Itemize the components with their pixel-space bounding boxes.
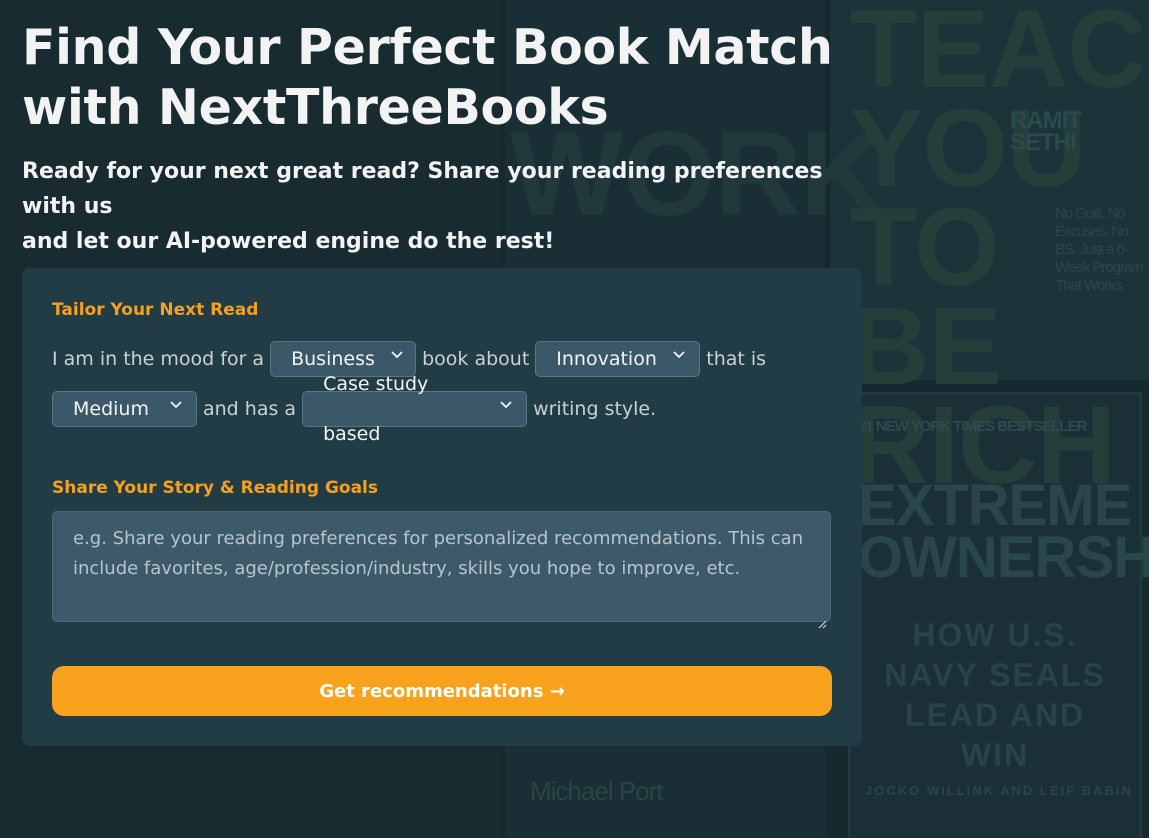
background-cover-extreme-subtitle: HOW U.S. NAVY SEALS LEAD AND WIN [884, 617, 1106, 773]
page-title: Find Your Perfect Book Match with NextTh… [22, 18, 902, 138]
background-cover-rich-tagline: No Guilt. No Excuses. No BS. Just a 6-We… [1055, 205, 1144, 294]
chevron-down-icon [500, 401, 512, 411]
chevron-down-icon [170, 401, 182, 411]
background-cover-work-author: Michael Port [530, 776, 663, 806]
background-cover-rich-author: RAMIT SETHI [1010, 107, 1082, 156]
background-cover-bestseller-banner: #1 NEW YORK TIMES BESTSELLER [858, 418, 1087, 435]
sentence-text-that-is: that is [706, 348, 767, 370]
recommendation-form: Tailor Your Next Read I am in the mood f… [22, 268, 862, 746]
topic-select[interactable]: Innovation [535, 341, 701, 377]
chevron-down-icon [391, 351, 403, 361]
story-textarea[interactable]: e.g. Share your reading preferences for … [52, 511, 831, 629]
page-subtitle-line2: and let our AI-powered engine do the res… [22, 229, 555, 254]
preference-row-2: Medium and has a Case study based writin… [52, 373, 832, 445]
page-title-line1: Find Your Perfect Book Match [22, 19, 833, 76]
hero: Find Your Perfect Book Match with NextTh… [22, 18, 902, 259]
tailor-label: Tailor Your Next Read [52, 300, 259, 320]
chevron-down-icon [673, 351, 685, 361]
story-placeholder: e.g. Share your reading preferences for … [73, 528, 804, 579]
length-select-value: Medium [73, 398, 149, 420]
topic-select-value: Innovation [556, 348, 657, 370]
page-subtitle-line1: Ready for your next great read? Share yo… [22, 159, 823, 219]
sentence-text-writing-style: writing style. [533, 398, 657, 420]
style-select-value: Case study based [323, 373, 429, 445]
sentence-text-mood: I am in the mood for a [52, 348, 265, 370]
style-select[interactable]: Case study based [302, 373, 528, 445]
background-cover-extreme-authors: JOCKO WILLINK AND LEIF BABIN [865, 783, 1133, 798]
page-title-line2: with NextThreeBooks [22, 79, 609, 136]
preference-sentence: I am in the mood for a Business book abo… [52, 334, 832, 445]
background-cover-extreme-title: EXTREME OWNERSHIP [858, 473, 1149, 591]
sentence-text-and-has-a: and has a [203, 398, 297, 420]
get-recommendations-button[interactable]: Get recommendations → [52, 666, 832, 716]
page-subtitle: Ready for your next great read? Share yo… [22, 154, 862, 259]
resize-grip-icon[interactable] [818, 609, 827, 629]
story-label: Share Your Story & Reading Goals [52, 478, 378, 498]
length-select[interactable]: Medium [52, 391, 197, 427]
